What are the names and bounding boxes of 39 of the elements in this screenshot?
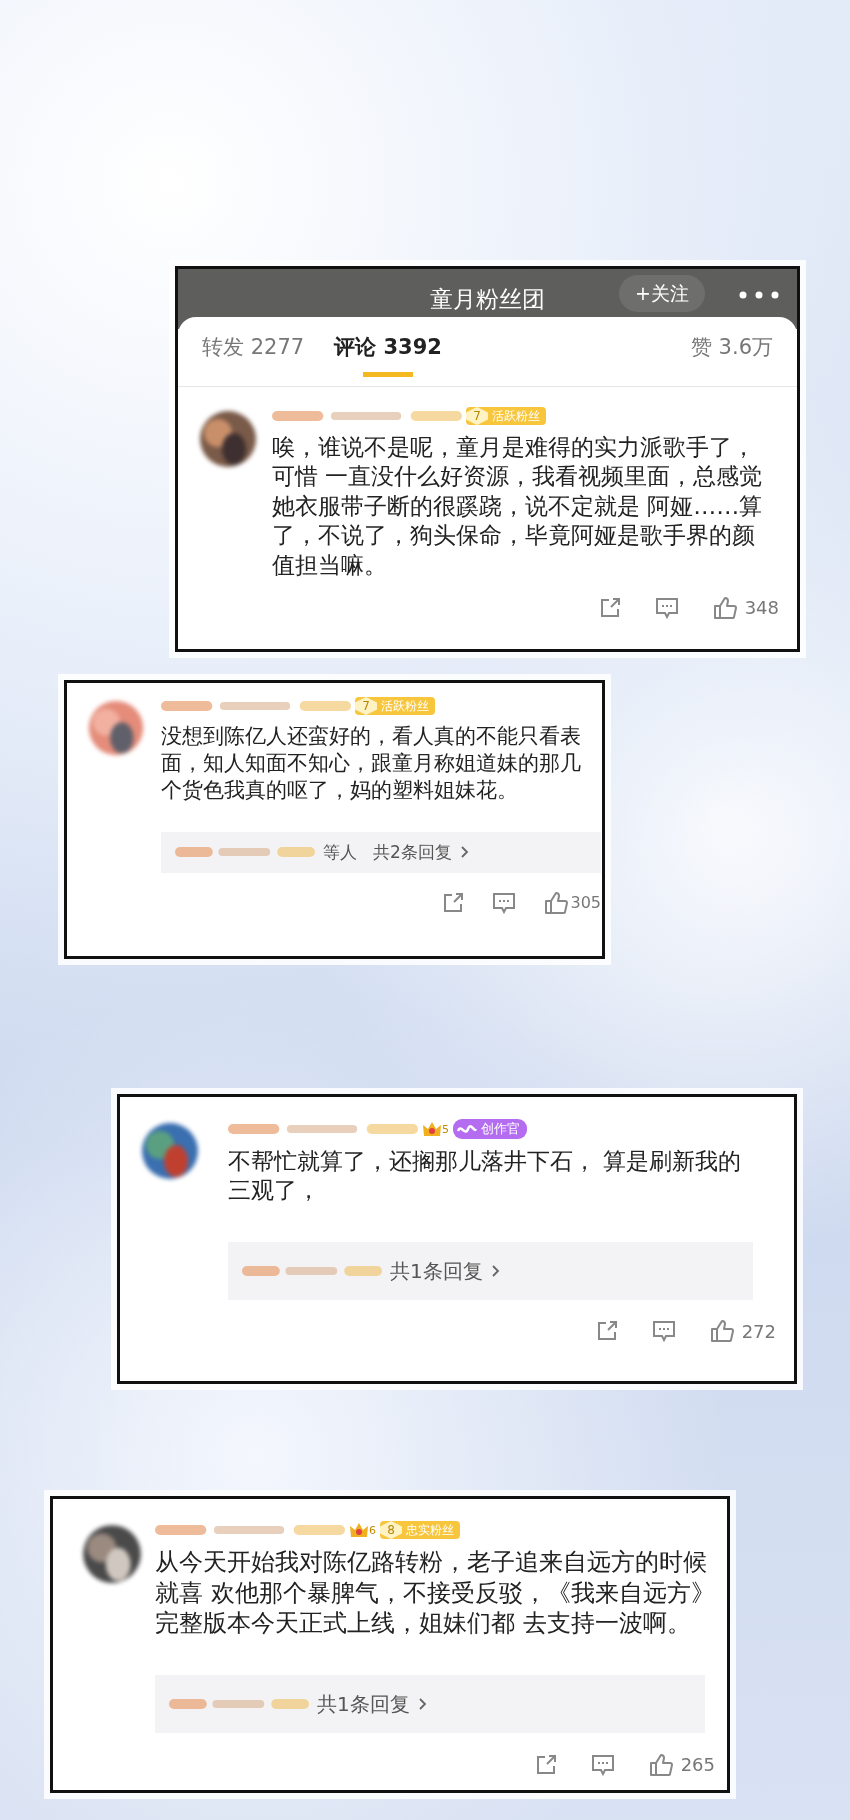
comment-text: 从今天开始我对陈亿路转粉，老子追来自远方的时候就喜 欢他那个暴脾气，不接受反驳，《我来自远方》完整版本今天正式上线，姐妹们都 去支持一波啊。 (155, 1547, 715, 1640)
comment-icon[interactable] (492, 892, 517, 915)
thumbs-up-icon[interactable] (712, 595, 737, 620)
thumbs-up-icon[interactable] (544, 891, 569, 916)
like-count: 348 (744, 596, 779, 621)
reply-link[interactable]: 共1条回复 (317, 1689, 410, 1720)
comment-icon[interactable] (651, 1320, 676, 1343)
follow-button[interactable]: +关注 (619, 275, 705, 312)
level-number: 7 (355, 697, 377, 715)
chevron-right-icon (459, 845, 470, 860)
comment-text: 没想到陈亿人还蛮好的，看人真的不能只看表面，知人知面不知心，跟童月称姐道妹的那几个货色我真的呕了，妈的塑料姐妹花。 (161, 723, 582, 804)
comment-icon[interactable] (654, 596, 679, 619)
badge-label: 活跃粉丝 (492, 408, 540, 425)
chevron-right-icon (490, 1263, 501, 1278)
reply-link[interactable]: 共1条回复 (390, 1255, 483, 1286)
comment-icon[interactable] (590, 1753, 615, 1776)
level-number: 7 (466, 407, 488, 425)
creator-badge: 创作官 (453, 1119, 527, 1139)
comment-text: 唉，谁说不是呢，童月是难得的实力派歌手了，可惜 一直没什么好资源，我看视频里面，总感觉她衣服带子断的很蹊跷，说不定就是 阿娅……算了，不说了，狗头保命，毕竟阿娅是歌手界的颜值担当嘛。 (272, 433, 764, 580)
comment-text: 不帮忙就算了，还搁那儿落井下石， 算是刷新我的三观了， (228, 1147, 743, 1206)
chevron-right-icon (417, 1697, 428, 1712)
level-number: 8 (380, 1521, 402, 1539)
share-icon[interactable] (534, 1753, 557, 1776)
like-count: 272 (741, 1319, 776, 1344)
badge-label: 忠实粉丝 (406, 1522, 454, 1539)
share-icon[interactable] (598, 596, 621, 619)
share-icon[interactable] (442, 892, 465, 915)
like-count: 265 (680, 1753, 715, 1778)
badge-label: 活跃粉丝 (381, 698, 429, 715)
reply-link[interactable]: 共2条回复 (373, 839, 452, 866)
more-icon (739, 291, 779, 299)
group-title: 童月粉丝团 (430, 284, 545, 314)
thumbs-up-icon[interactable] (648, 1752, 673, 1777)
reply-text: 等人 (323, 840, 357, 864)
tab[interactable]: 转发 2277 (202, 325, 305, 378)
tab[interactable]: 赞 3.6万 (690, 325, 773, 378)
share-icon[interactable] (595, 1320, 618, 1343)
thumbs-up-icon[interactable] (709, 1319, 734, 1344)
like-count: 305 (570, 892, 601, 915)
